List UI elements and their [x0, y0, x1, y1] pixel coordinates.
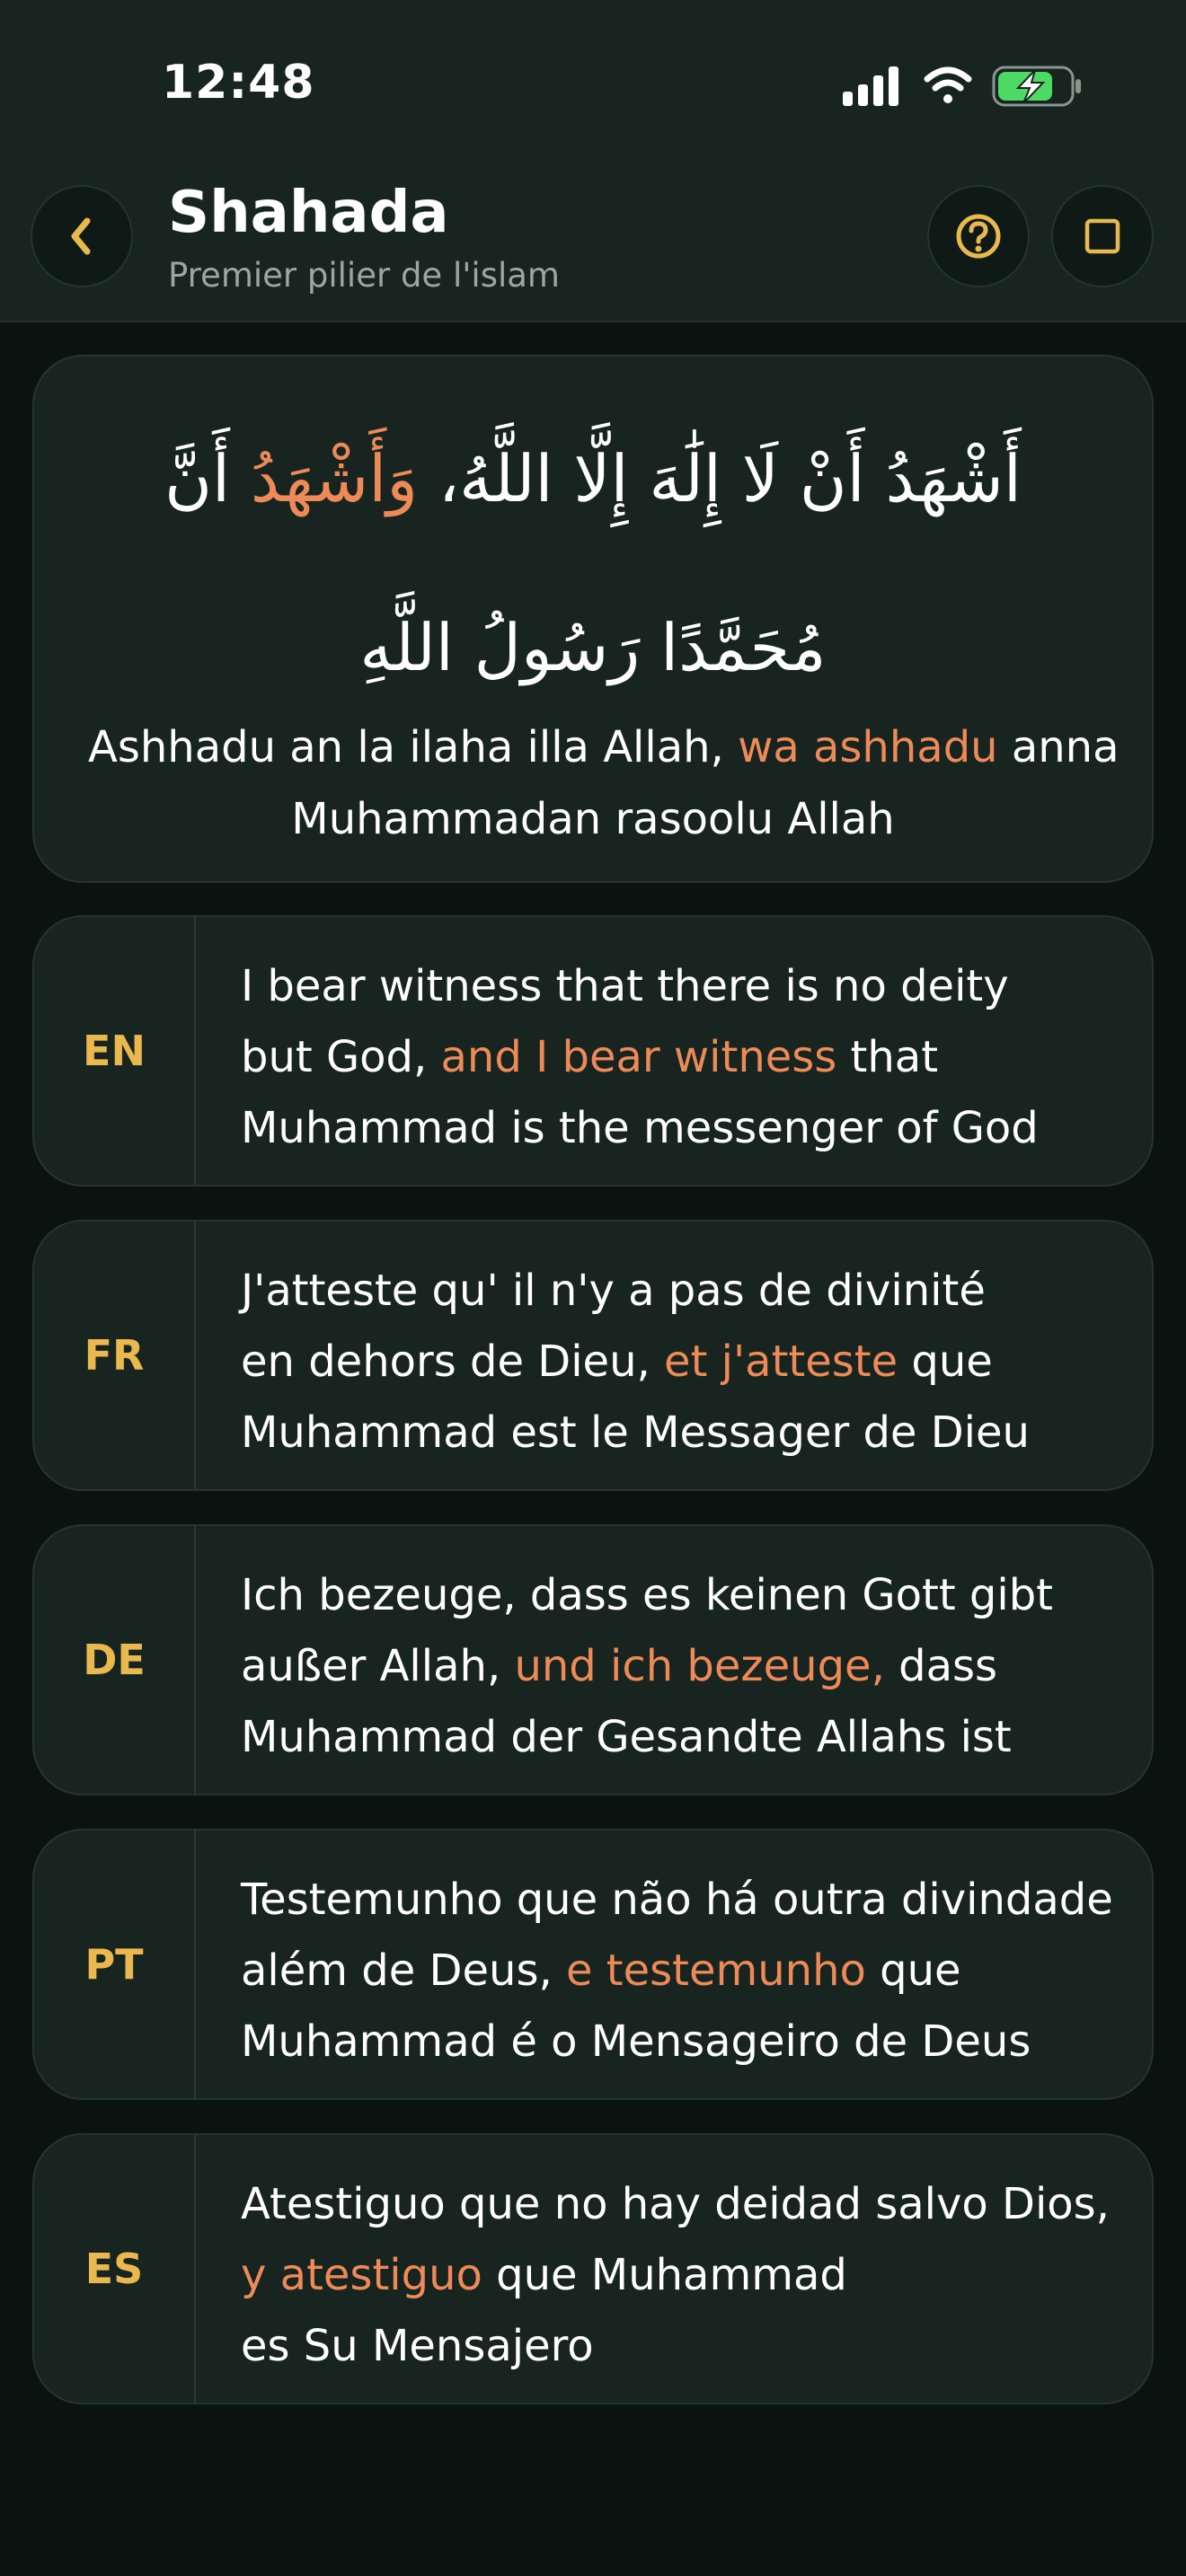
translation-line: Muhammad is the messenger of God	[241, 1103, 1039, 1153]
translation-line: außer Allah, und ich bezeuge, dass	[241, 1641, 997, 1691]
translation-card-fr: FR J'atteste qu' il n'y a pas de divinit…	[32, 1220, 1154, 1491]
arabic-highlight: وَأَشْهَدُ	[250, 441, 419, 516]
translation-highlight: e testemunho	[566, 1945, 866, 1996]
translation-card-es: ES Atestiguo que no hay deidad salvo Dio…	[32, 2133, 1154, 2404]
translation-text: I bear witness that there is no deity bu…	[241, 951, 1130, 1164]
translation-line: y atestiguo que Muhammad	[241, 2250, 847, 2300]
page-subtitle: Premier pilier de l'islam	[168, 256, 560, 295]
translation-line: Muhammad der Gesandte Allahs ist	[241, 1712, 1012, 1762]
translation-line: Testemunho que não há outra divindade	[241, 1875, 1113, 1925]
translit-part1: Ashhadu an la ilaha illa Allah,	[88, 722, 739, 772]
language-code: DE	[34, 1526, 196, 1794]
status-time: 12:48	[162, 56, 315, 110]
translation-line: Atestiguo que no hay deidad salvo Dios,	[241, 2179, 1110, 2229]
wifi-icon	[924, 66, 972, 103]
expand-button[interactable]	[1051, 185, 1154, 287]
translation-text: J'atteste qu' il n'y a pas de divinité e…	[241, 1256, 1130, 1469]
help-button[interactable]	[927, 185, 1030, 287]
header: 12:48 Shahada Premier pilier de l'islam	[0, 0, 1186, 322]
arabic-card: أَشْهَدُ أَنْ لَا إِلَٰهَ إِلَّا اللَّهُ…	[32, 355, 1154, 883]
square-icon	[1084, 218, 1120, 254]
translation-card-de: DE Ich bezeuge, dass es keinen Gott gibt…	[32, 1524, 1154, 1795]
translation-card-en: EN I bear witness that there is no deity…	[32, 915, 1154, 1187]
transliteration: Ashhadu an la ilaha illa Allah, wa ashha…	[88, 711, 1120, 855]
chevron-left-icon	[71, 217, 91, 255]
translation-line: Ich bezeuge, dass es keinen Gott gibt	[241, 1570, 1053, 1620]
arabic-part1: أَشْهَدُ أَنْ لَا إِلَٰهَ إِلَّا اللَّهُ…	[418, 441, 1022, 516]
back-button[interactable]	[31, 185, 133, 287]
translation-card-pt: PT Testemunho que não há outra divindade…	[32, 1829, 1154, 2100]
translation-line: es Su Mensajero	[241, 2321, 594, 2371]
translation-highlight: y atestiguo	[241, 2250, 482, 2300]
translation-text: Testemunho que não há outra divindade al…	[241, 1865, 1130, 2078]
translation-line: além de Deus, e testemunho que	[241, 1945, 961, 1996]
language-code: EN	[34, 917, 196, 1185]
translation-line: I bear witness that there is no deity	[241, 961, 1009, 1011]
translation-text: Atestiguo que no hay deidad salvo Dios, …	[241, 2169, 1130, 2382]
translation-highlight: und ich bezeuge,	[514, 1641, 885, 1691]
page-title: Shahada	[168, 180, 449, 246]
battery-charging-icon	[992, 66, 1081, 107]
language-code: ES	[34, 2135, 196, 2403]
language-code: PT	[34, 1831, 196, 2098]
translation-line: but God, and I bear witness that	[241, 1032, 939, 1082]
translation-text: Ich bezeuge, dass es keinen Gott gibt au…	[241, 1560, 1130, 1773]
status-icons	[843, 66, 1081, 107]
translation-line: J'atteste qu' il n'y a pas de divinité	[241, 1266, 986, 1316]
question-circle-icon	[956, 214, 1001, 259]
translit-line2: Muhammadan rasoolu Allah	[291, 794, 895, 844]
cellular-signal-icon	[843, 66, 898, 106]
translit-highlight: wa ashhadu	[738, 722, 998, 772]
arabic-text: أَشْهَدُ أَنْ لَا إِلَٰهَ إِلَّا اللَّهُ…	[88, 394, 1098, 732]
translation-line: Muhammad é o Mensageiro de Deus	[241, 2016, 1031, 2067]
translation-highlight: et j'atteste	[664, 1337, 898, 1387]
translation-line: en dehors de Dieu, et j'atteste que	[241, 1337, 993, 1387]
language-code: FR	[34, 1222, 196, 1489]
translation-highlight: and I bear witness	[440, 1032, 837, 1082]
translation-line: Muhammad est le Messager de Dieu	[241, 1407, 1030, 1458]
translit-part2: anna	[997, 722, 1120, 772]
